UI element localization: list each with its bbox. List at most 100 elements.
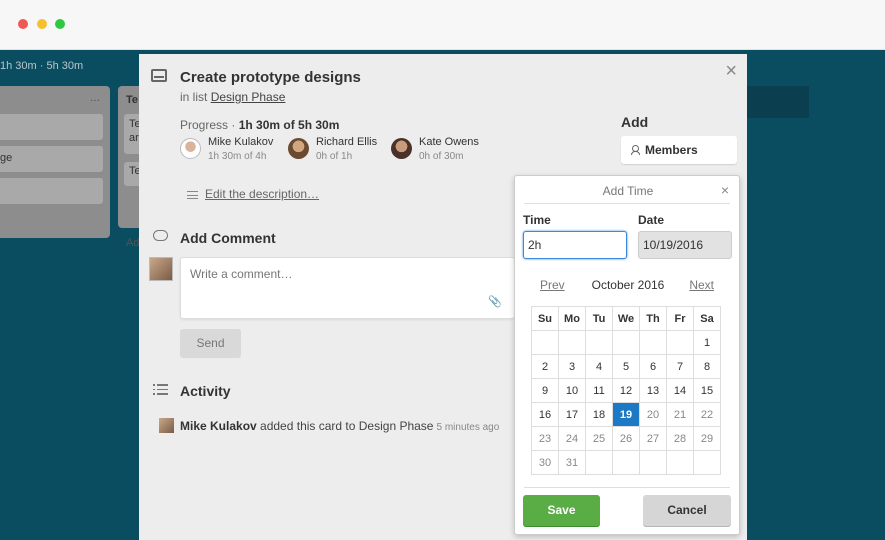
- calendar-grid: Su Mo Tu We Th Fr Sa 1 2 3 4 5 6 7 8 9 10 11 12 13 14…: [531, 306, 721, 475]
- activity-icon: [153, 384, 168, 395]
- cancel-button[interactable]: Cancel: [643, 495, 731, 526]
- board-list: ... ge: [0, 86, 110, 238]
- date-input[interactable]: 10/19/2016: [638, 231, 732, 259]
- add-heading: Add: [621, 114, 649, 130]
- calendar-day[interactable]: 7: [666, 354, 694, 379]
- member-time: 0h of 30m: [419, 151, 464, 162]
- members-button[interactable]: Members: [621, 136, 737, 164]
- avatar: [288, 138, 309, 159]
- avatar: [149, 257, 173, 281]
- calendar-day[interactable]: 5: [612, 354, 640, 379]
- list-link[interactable]: Design Phase: [211, 90, 286, 104]
- avatar: [159, 418, 174, 433]
- divider: [524, 487, 730, 488]
- date-label: Date: [638, 213, 665, 227]
- next-month-link[interactable]: Next: [689, 278, 714, 292]
- weekday-header: Th: [639, 306, 667, 331]
- edit-description-link[interactable]: Edit the description…: [187, 187, 319, 201]
- person-icon: [631, 145, 640, 155]
- prev-month-link[interactable]: Prev: [540, 278, 565, 292]
- calendar-week-row: 1: [531, 330, 721, 355]
- comment-icon: [153, 230, 168, 241]
- activity-user[interactable]: Mike Kulakov: [180, 419, 257, 433]
- add-card-link[interactable]: Ad: [126, 237, 139, 249]
- comment-input[interactable]: Write a comment… 📎: [180, 257, 515, 319]
- activity-item: Mike Kulakov added this card to Design P…: [159, 418, 499, 433]
- avatar: [180, 138, 201, 159]
- calendar-empty-cell: [666, 330, 694, 355]
- window-minimize-dot[interactable]: [37, 19, 47, 29]
- calendar-empty-cell: [585, 330, 613, 355]
- calendar-empty-cell: [666, 450, 694, 475]
- progress-value: 1h 30m of 5h 30m: [238, 118, 340, 132]
- card-list-info: in list Design Phase: [180, 90, 285, 104]
- calendar-day[interactable]: 9: [531, 378, 559, 403]
- board-time-summary: 1h 30m · 5h 30m: [0, 60, 84, 72]
- members-label: Members: [645, 143, 698, 157]
- calendar-day[interactable]: 4: [585, 354, 613, 379]
- calendar-day[interactable]: 14: [666, 378, 694, 403]
- calendar-day[interactable]: 8: [693, 354, 721, 379]
- calendar-day[interactable]: 16: [531, 402, 559, 427]
- calendar-empty-cell: [612, 330, 640, 355]
- time-input[interactable]: 2h: [523, 231, 627, 259]
- weekday-row: Su Mo Tu We Th Fr Sa: [531, 306, 721, 331]
- activity-timestamp[interactable]: 5 minutes ago: [436, 422, 499, 433]
- list-card[interactable]: ge: [0, 146, 103, 172]
- close-icon[interactable]: ×: [721, 182, 729, 198]
- calendar-day[interactable]: 25: [585, 426, 613, 451]
- calendar-day[interactable]: 18: [585, 402, 613, 427]
- window-titlebar: [0, 0, 885, 50]
- calendar-week-row: 30 31: [531, 450, 721, 475]
- list-card[interactable]: [0, 178, 103, 204]
- window-close-dot[interactable]: [18, 19, 28, 29]
- board-list-header: [747, 86, 809, 118]
- save-button[interactable]: Save: [523, 495, 600, 526]
- calendar-day[interactable]: 27: [639, 426, 667, 451]
- calendar-body: 1 2 3 4 5 6 7 8 9 10 11 12 13 14 15 16 17 18 19 20 21 22 23 24 2…: [531, 330, 721, 475]
- calendar-day[interactable]: 17: [558, 402, 586, 427]
- calendar-day[interactable]: 15: [693, 378, 721, 403]
- close-icon[interactable]: ×: [725, 60, 737, 83]
- send-button[interactable]: Send: [180, 329, 241, 358]
- calendar-day[interactable]: 29: [693, 426, 721, 451]
- calendar-day[interactable]: 11: [585, 378, 613, 403]
- calendar-day[interactable]: 28: [666, 426, 694, 451]
- member-name: Kate Owens: [419, 136, 479, 148]
- calendar-empty-cell: [531, 330, 559, 355]
- calendar-day[interactable]: 3: [558, 354, 586, 379]
- weekday-header: Fr: [666, 306, 694, 331]
- card-title[interactable]: Create prototype designs: [180, 69, 361, 86]
- calendar-empty-cell: [558, 330, 586, 355]
- calendar-day[interactable]: 23: [531, 426, 559, 451]
- calendar-day[interactable]: 22: [693, 402, 721, 427]
- calendar-day[interactable]: 2: [531, 354, 559, 379]
- calendar-day[interactable]: 20: [639, 402, 667, 427]
- calendar-day[interactable]: 6: [639, 354, 667, 379]
- calendar-day[interactable]: 13: [639, 378, 667, 403]
- calendar-day[interactable]: 24: [558, 426, 586, 451]
- list-menu-icon[interactable]: ...: [90, 90, 100, 104]
- description-icon: [187, 190, 198, 199]
- attachment-icon[interactable]: 📎: [488, 295, 502, 308]
- calendar-day[interactable]: 30: [531, 450, 559, 475]
- calendar-day[interactable]: 31: [558, 450, 586, 475]
- weekday-header: Mo: [558, 306, 586, 331]
- activity-heading: Activity: [180, 383, 231, 399]
- comment-placeholder: Write a comment…: [190, 267, 293, 281]
- add-time-popover: Add Time × Time Date 2h 10/19/2016 Octob…: [514, 175, 740, 535]
- list-card[interactable]: [0, 114, 103, 140]
- calendar-week-row: 9 10 11 12 13 14 15: [531, 378, 721, 403]
- calendar-empty-cell: [612, 450, 640, 475]
- calendar-day[interactable]: 21: [666, 402, 694, 427]
- calendar-day[interactable]: 10: [558, 378, 586, 403]
- member-time: 0h of 1h: [316, 151, 353, 162]
- popover-title: Add Time: [602, 184, 654, 198]
- calendar-day[interactable]: 12: [612, 378, 640, 403]
- calendar-day[interactable]: 19: [612, 402, 640, 427]
- calendar-day[interactable]: 26: [612, 426, 640, 451]
- window-zoom-dot[interactable]: [55, 19, 65, 29]
- calendar-day[interactable]: 1: [693, 330, 721, 355]
- calendar-week-row: 16 17 18 19 20 21 22: [531, 402, 721, 427]
- member-name: Mike Kulakov: [208, 136, 274, 148]
